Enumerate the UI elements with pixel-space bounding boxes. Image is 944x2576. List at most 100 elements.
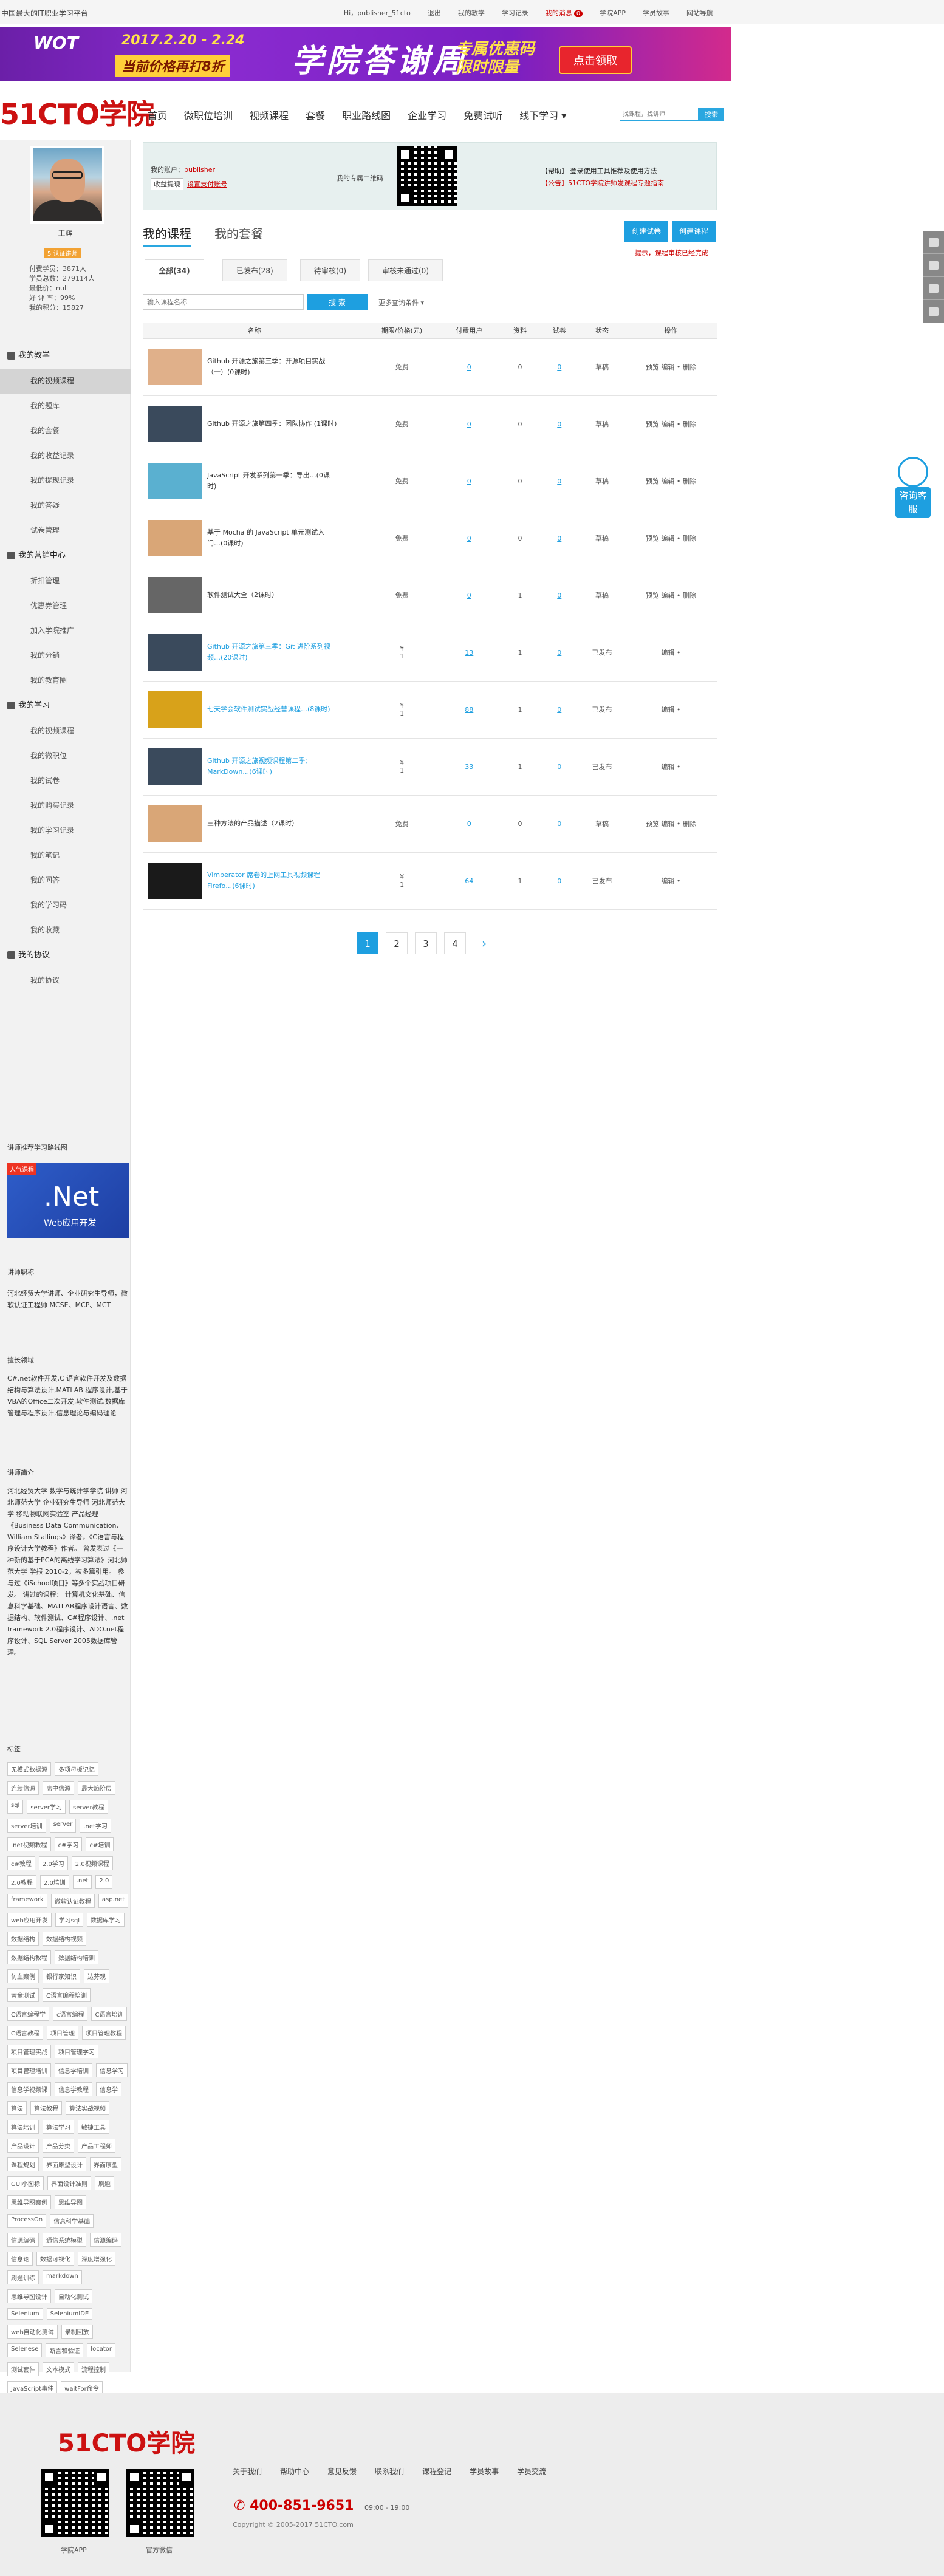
tag-link[interactable]: 思维导图 [55, 2195, 86, 2209]
tag-link[interactable]: 达芬观 [84, 1969, 109, 1983]
tag-link[interactable]: Selenium [7, 2308, 43, 2320]
sidebar-item-10[interactable]: 优惠券管理 [0, 593, 131, 618]
page-button[interactable]: 2 [386, 932, 408, 954]
sidebar-item-2[interactable]: 我的题库 [0, 394, 131, 419]
nav-enterprise[interactable]: 企业学习 [408, 108, 446, 122]
tag-link[interactable]: 仿血案例 [7, 1969, 39, 1983]
subtab-rejected[interactable]: 审核未通过(0) [368, 259, 443, 281]
customer-service[interactable]: 咨询客服 [893, 457, 933, 518]
course-title[interactable]: Github 开源之旅第三季：Git 进阶系列视频…(20课时) [207, 641, 338, 663]
sidebar-item-20[interactable]: 我的笔记 [0, 843, 131, 868]
tag-link[interactable]: 信息学习 [96, 2063, 128, 2077]
filter-search-button[interactable]: 搜 索 [307, 294, 368, 310]
exams-link[interactable]: 0 [557, 363, 561, 371]
username[interactable]: publisher_51cto [357, 9, 411, 17]
course-thumbnail[interactable] [148, 577, 202, 613]
footer-register[interactable]: 课程登记 [422, 2466, 451, 2476]
row-actions[interactable]: 预览 编辑 • 删除 [646, 592, 696, 600]
tag-link[interactable]: 测试套件 [7, 2362, 39, 2376]
tag-link[interactable]: markdown [43, 2270, 82, 2284]
tag-link[interactable]: 课程规划 [7, 2157, 39, 2171]
search-button[interactable]: 搜索 [699, 108, 724, 121]
app-link[interactable]: 学院APP [600, 8, 626, 18]
tag-link[interactable]: 2.0视频课程 [71, 1856, 113, 1870]
actions-cell[interactable]: 预览 编辑 • 删除 [624, 795, 717, 853]
actions-cell[interactable]: 预览 编辑 • 删除 [624, 453, 717, 510]
paid-users-link[interactable]: 0 [467, 363, 471, 371]
tool-qr[interactable] [923, 231, 944, 254]
sidebar-item-16[interactable]: 我的微职位 [0, 743, 131, 768]
paid-users-link[interactable]: 0 [467, 477, 471, 485]
tag-link[interactable]: 无模式数据源 [7, 1762, 51, 1776]
actions-cell[interactable]: 编辑 • [624, 738, 717, 796]
tag-link[interactable]: 算法学习 [43, 2120, 74, 2134]
tool-app[interactable] [923, 254, 944, 277]
row-actions[interactable]: 编辑 • [661, 763, 680, 771]
tag-link[interactable]: 产品工程师 [78, 2139, 115, 2153]
sidebar-item-13[interactable]: 我的教育圈 [0, 668, 131, 693]
tag-link[interactable]: 界面原型设计 [43, 2157, 86, 2171]
tag-link[interactable]: asp.net [98, 1894, 129, 1908]
sidebar-item-3[interactable]: 我的套餐 [0, 419, 131, 443]
sidebar-item-9[interactable]: 折扣管理 [0, 569, 131, 593]
course-thumbnail[interactable] [148, 406, 202, 442]
tag-link[interactable]: SeleniumIDE [46, 2308, 93, 2320]
sidebar-item-23[interactable]: 我的收藏 [0, 918, 131, 943]
actions-cell[interactable]: 预览 编辑 • 删除 [624, 567, 717, 624]
nav-career-path[interactable]: 职业路线图 [342, 108, 391, 122]
nav-video-courses[interactable]: 视频课程 [250, 108, 289, 122]
course-thumbnail[interactable] [148, 863, 202, 899]
sidebar-item-18[interactable]: 我的购买记录 [0, 793, 131, 818]
tag-link[interactable]: locator [87, 2343, 115, 2357]
message-link[interactable]: 我的消息 0 [546, 8, 583, 18]
tag-link[interactable]: 多项母板记忆 [55, 1762, 98, 1776]
sidebar-item-7[interactable]: 试卷管理 [0, 518, 131, 543]
tag-link[interactable]: 数据结构培训 [55, 1950, 98, 1964]
course-thumbnail[interactable] [148, 691, 202, 728]
tag-link[interactable]: 离中信源 [43, 1781, 74, 1795]
course-title[interactable]: JavaScript 开发系列第一季：导出…(0课时) [207, 470, 338, 492]
tag-link[interactable]: 信息论 [7, 2252, 33, 2266]
tag-link[interactable]: Selenese [7, 2343, 43, 2357]
tag-link[interactable]: C语言编程学 [7, 2007, 49, 2021]
tag-link[interactable]: C语言培训 [91, 2007, 128, 2021]
learning-record-link[interactable]: 学习记录 [502, 8, 528, 18]
tag-link[interactable]: 数据结构教程 [7, 1950, 51, 1964]
tab-my-courses[interactable]: 我的课程 [143, 224, 191, 247]
avatar[interactable] [30, 146, 104, 224]
subtab-all[interactable]: 全部(34) [145, 259, 204, 282]
tag-link[interactable]: 信息学 [96, 2082, 121, 2096]
course-title[interactable]: Github 开源之旅第三季：开源项目实战（一）(0课时) [207, 356, 338, 378]
paid-users-link[interactable]: 13 [465, 649, 473, 657]
tag-link[interactable]: 数据结构 [7, 1932, 39, 1946]
paid-users-link[interactable]: 0 [467, 820, 471, 828]
help-notice[interactable]: 【帮助】 登录使用工具推荐及使用方法 [541, 166, 657, 176]
tag-link[interactable]: 刷题训练 [7, 2270, 39, 2284]
sidebar-item-11[interactable]: 加入学院推广 [0, 618, 131, 643]
tag-link[interactable]: 最大熵阶层 [78, 1781, 115, 1795]
create-exam-button[interactable]: 创建试卷 [624, 221, 669, 242]
tag-link[interactable]: 敏捷工具 [78, 2120, 109, 2134]
my-teaching-link[interactable]: 我的教学 [458, 8, 485, 18]
tab-my-packages[interactable]: 我的套餐 [214, 224, 263, 242]
footer-about[interactable]: 关于我们 [233, 2466, 262, 2476]
tag-link[interactable]: server教程 [69, 1800, 108, 1814]
tag-link[interactable]: 2.0学习 [38, 1856, 68, 1870]
tag-link[interactable]: 2.0教程 [7, 1875, 36, 1889]
sidebar-item-1[interactable]: 我的视频课程 [0, 369, 131, 394]
tag-link[interactable]: 银行家知识 [43, 1969, 80, 1983]
sidebar-item-17[interactable]: 我的试卷 [0, 768, 131, 793]
actions-cell[interactable]: 编辑 • [624, 852, 717, 910]
tag-link[interactable]: 流程控制 [78, 2362, 109, 2376]
sidebar-item-6[interactable]: 我的答疑 [0, 493, 131, 518]
tool-feedback[interactable] [923, 277, 944, 300]
sidebar-item-4[interactable]: 我的收益记录 [0, 443, 131, 468]
logout-link[interactable]: 退出 [428, 8, 441, 18]
tag-link[interactable]: c#教程 [7, 1856, 35, 1870]
nav-micro-job[interactable]: 微职位培训 [184, 108, 233, 122]
tag-link[interactable]: 思维导图设计 [7, 2289, 51, 2303]
tag-link[interactable]: 产品分类 [43, 2139, 74, 2153]
row-actions[interactable]: 编辑 • [661, 649, 680, 657]
tag-link[interactable]: 思维导图案例 [7, 2195, 51, 2209]
nav-packages[interactable]: 套餐 [306, 108, 325, 122]
